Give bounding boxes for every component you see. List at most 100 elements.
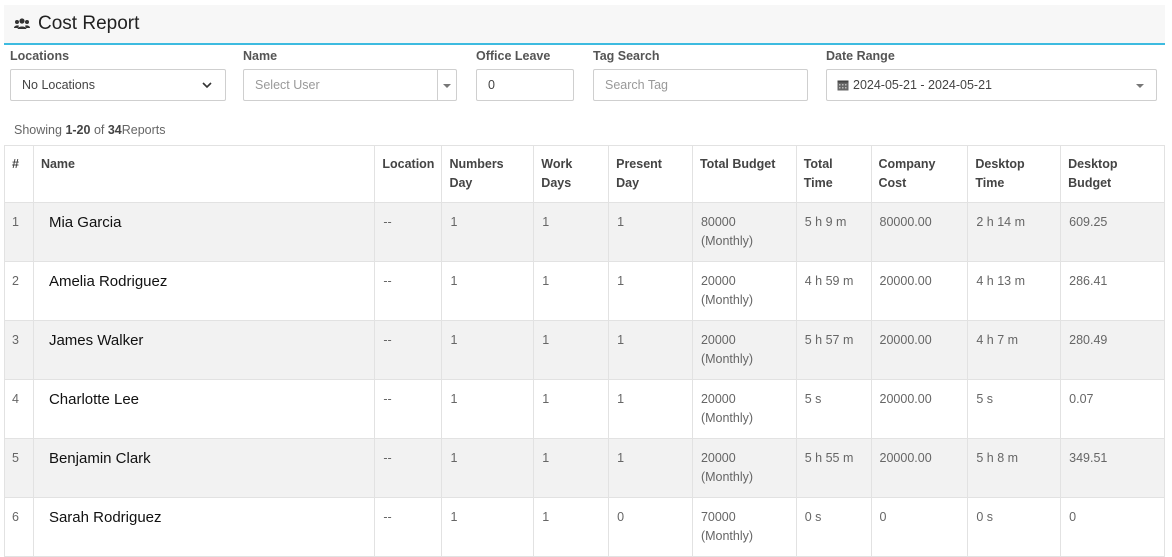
cell-work-days: 1 xyxy=(533,438,610,498)
office-leave-filter: Office Leave 0 xyxy=(476,47,574,101)
results-summary: Showing 1-20 of 34Reports xyxy=(14,123,166,137)
table-row[interactable]: 6 Sarah Rodriguez -- 1 1 0 70000 (Monthly) 0 s 0 0… xyxy=(4,497,1165,557)
column-header-text: Day xyxy=(616,176,640,190)
cell-desktop-time: 5 s xyxy=(967,379,1062,439)
cell-name: Sarah Rodriguez xyxy=(32,497,376,557)
cell-value: 6 xyxy=(12,510,19,524)
cell-desktop-budget: 609.25 xyxy=(1060,202,1165,262)
cell-value: 70000 xyxy=(700,510,736,524)
cell-total-time: 4 h 59 m xyxy=(795,261,872,321)
table-row[interactable]: 5 Benjamin Clark -- 1 1 1 20000 (Monthly) 5 h 55… xyxy=(4,438,1165,498)
cell-company-cost: 20000.00 xyxy=(870,261,969,321)
column-header-numbers-day[interactable]: Numbers Day xyxy=(441,145,535,203)
summary-prefix: Showing xyxy=(14,123,66,137)
cell-present-day: 1 xyxy=(608,379,693,439)
budget-period: (Monthly) xyxy=(700,529,754,543)
cell-value: 5 h 9 m xyxy=(804,215,847,229)
column-header-present-day[interactable]: Present Day xyxy=(608,145,693,203)
column-header-text: Company xyxy=(878,157,936,171)
cell-value: 280.49 xyxy=(1069,333,1108,347)
cell-desktop-budget: 0.07 xyxy=(1060,379,1165,439)
cell-company-cost: 20000.00 xyxy=(870,320,969,380)
office-leave-input[interactable]: 0 xyxy=(476,69,574,101)
cell-value: 1 xyxy=(450,510,458,524)
cell-value: 1 xyxy=(617,333,625,347)
cell-desktop-time: 0 s xyxy=(967,497,1062,557)
cell-value: 286.41 xyxy=(1069,274,1108,288)
cell-value: 5 h 55 m xyxy=(804,451,854,465)
table-row[interactable]: 4 Charlotte Lee -- 1 1 1 20000 (Monthly) 5 s 2000… xyxy=(4,379,1165,439)
cell-index: 2 xyxy=(4,261,34,321)
cell-work-days: 1 xyxy=(533,497,610,557)
cell-total-budget: 20000 (Monthly) xyxy=(691,379,797,439)
cell-location: -- xyxy=(374,497,443,557)
cell-work-days: 1 xyxy=(533,379,610,439)
cell-value: 1 xyxy=(450,333,458,347)
summary-of: of xyxy=(90,123,108,137)
cell-desktop-budget: 280.49 xyxy=(1060,320,1165,380)
cell-value: 349.51 xyxy=(1069,451,1108,465)
cell-value: 609.25 xyxy=(1069,215,1108,229)
column-header-text: Desktop xyxy=(1068,157,1118,171)
cell-index: 6 xyxy=(4,497,34,557)
cell-value: 4 h 13 m xyxy=(976,274,1025,288)
page-title: Cost Report xyxy=(38,13,140,34)
cell-total-time: 0 s xyxy=(795,497,872,557)
select-divider xyxy=(437,70,438,100)
column-header-location[interactable]: Location xyxy=(374,145,443,203)
cell-location: -- xyxy=(374,379,443,439)
column-header-desktop-time[interactable]: Desktop Time xyxy=(967,145,1062,203)
cell-value: 0 xyxy=(1069,510,1077,524)
column-header-text: Time xyxy=(803,176,833,190)
cell-value: 5 h 57 m xyxy=(804,333,854,347)
cell-name: Mia Garcia xyxy=(32,202,376,262)
budget-period: (Monthly) xyxy=(700,470,754,484)
locations-select[interactable]: No Locations xyxy=(10,69,226,101)
tag-search-input[interactable]: Search Tag xyxy=(593,69,808,101)
summary-total: 34 xyxy=(107,123,122,137)
summary-suffix: Reports xyxy=(121,123,166,137)
column-header-name[interactable]: Name xyxy=(32,145,376,203)
cell-value: 4 xyxy=(12,392,19,406)
column-header-text: # xyxy=(12,157,19,171)
cell-desktop-budget: 286.41 xyxy=(1060,261,1165,321)
column-header-text: Cost xyxy=(878,176,907,190)
user-select[interactable]: Select User xyxy=(243,69,457,101)
cell-value: 80000 xyxy=(700,215,736,229)
cell-value: -- xyxy=(383,451,392,465)
budget-period: (Monthly) xyxy=(700,293,754,307)
cell-index: 3 xyxy=(4,320,34,380)
column-header-total-time[interactable]: Total Time xyxy=(795,145,872,203)
column-header-desktop-budget[interactable]: Desktop Budget xyxy=(1060,145,1165,203)
table-row[interactable]: 2 Amelia Rodriguez -- 1 1 1 20000 (Monthly) 4 h … xyxy=(4,261,1165,321)
column-header-work-days[interactable]: Work Days xyxy=(533,145,610,203)
column-header-text: Location xyxy=(382,157,435,171)
cell-value: 1 xyxy=(542,451,550,465)
cell-value: 20000 xyxy=(700,333,736,347)
column-header-total-budget[interactable]: Total Budget xyxy=(691,145,797,203)
date-range-picker[interactable]: 2024-05-21 - 2024-05-21 xyxy=(826,69,1157,101)
cell-value: 4 h 59 m xyxy=(804,274,854,288)
column-header-company-cost[interactable]: Company Cost xyxy=(870,145,969,203)
cell-desktop-time: 4 h 7 m xyxy=(967,320,1062,380)
cell-numbers-day: 1 xyxy=(441,497,535,557)
cell-value: Mia Garcia xyxy=(48,214,122,231)
cost-report-panel: Cost Report xyxy=(4,5,1165,45)
cell-value: 20000 xyxy=(700,451,736,465)
locations-filter: Locations No Locations xyxy=(10,47,226,101)
cell-value: 20000 xyxy=(700,274,736,288)
cell-location: -- xyxy=(374,202,443,262)
table-row[interactable]: 1 Mia Garcia -- 1 1 1 80000 (Monthly) 5 h 9 m 800… xyxy=(4,202,1165,262)
cell-value: 1 xyxy=(542,510,550,524)
summary-range: 1-20 xyxy=(65,123,91,137)
cell-value: 5 s xyxy=(804,392,822,406)
name-label: Name xyxy=(243,49,278,63)
table-row[interactable]: 3 James Walker -- 1 1 1 20000 (Monthly) 5 h 57 m… xyxy=(4,320,1165,380)
cell-name: Amelia Rodriguez xyxy=(32,261,376,321)
column-header-text: Total Budget xyxy=(699,157,776,171)
cell-value: 20000.00 xyxy=(879,392,932,406)
column-header-index[interactable]: # xyxy=(4,145,34,203)
tag-search-placeholder: Search Tag xyxy=(605,78,669,92)
caret-down-icon[interactable] xyxy=(443,84,451,88)
cell-value: 5 s xyxy=(976,392,994,406)
